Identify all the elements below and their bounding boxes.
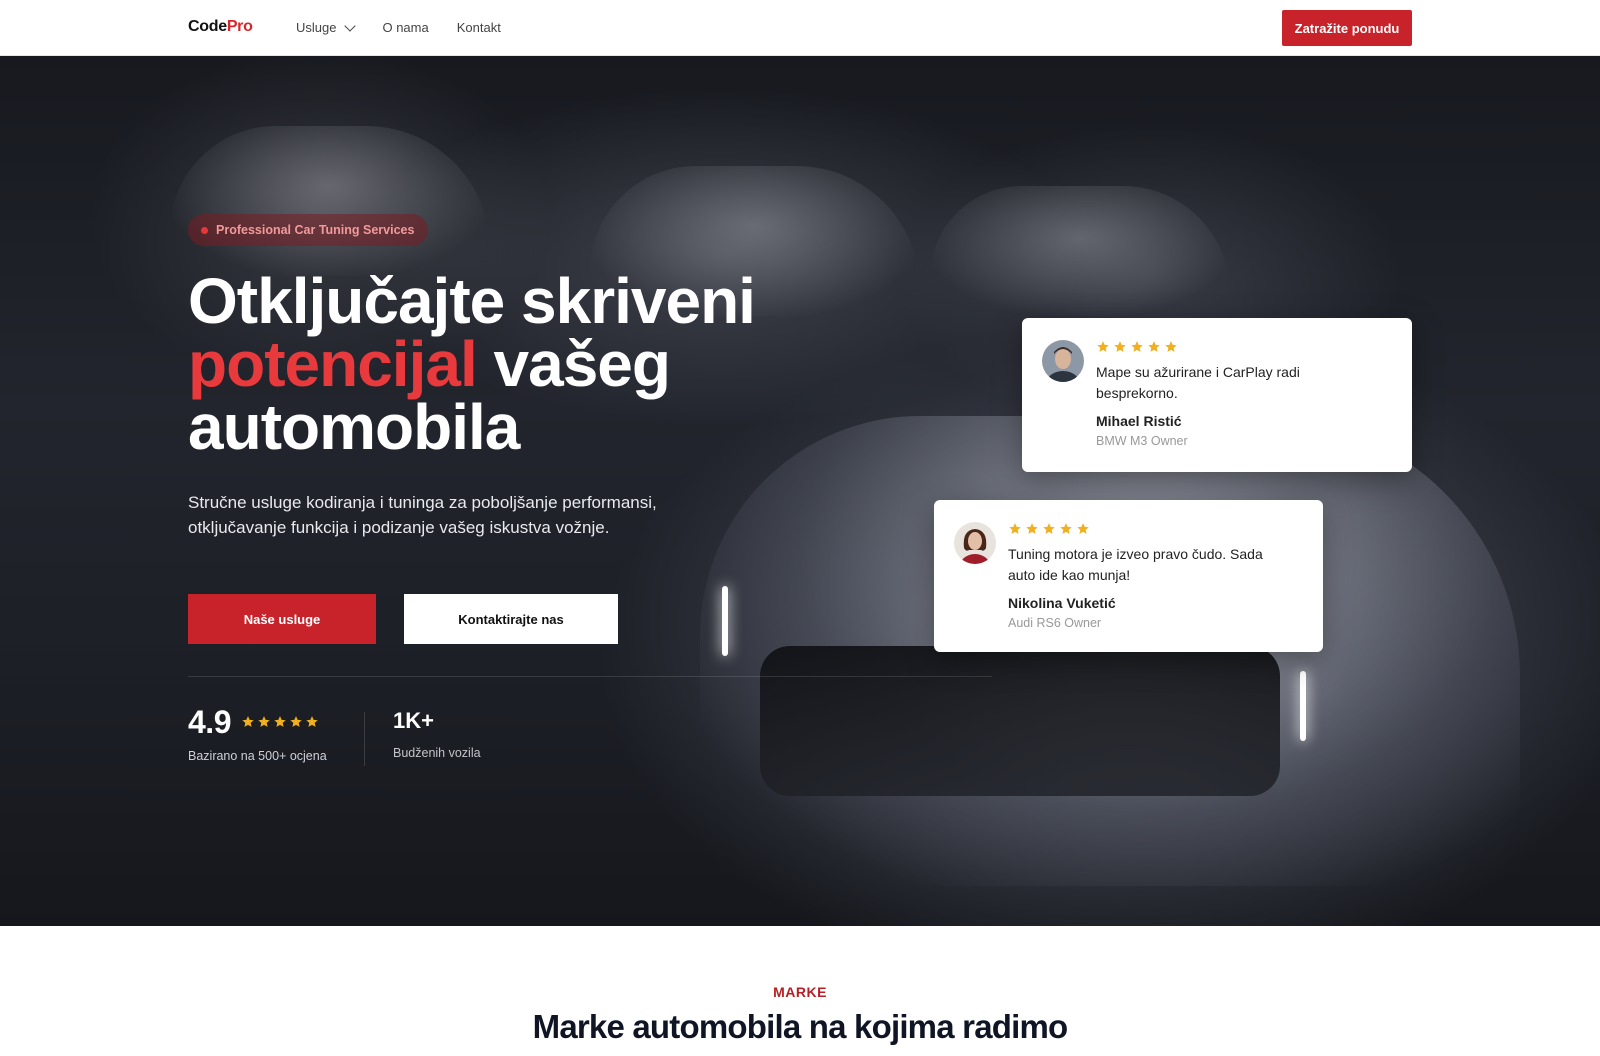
logo[interactable]: CodePro	[188, 18, 253, 36]
vehicles-stat: 1K+ Budženih vozila	[393, 708, 481, 760]
star-icon	[1042, 522, 1056, 536]
menu-item-o-nama[interactable]: O nama	[382, 20, 428, 35]
star-icon	[257, 715, 271, 729]
vehicles-count: 1K+	[393, 708, 434, 733]
top-navbar: CodePro Usluge O nama Kontakt Zatražite …	[0, 0, 1600, 56]
background-car-image	[170, 126, 490, 276]
review-stars	[1096, 340, 1178, 354]
menu-item-usluge[interactable]: Usluge	[296, 19, 357, 35]
rating-stat: 4.9 Bazirano na 500+ ocjena	[188, 704, 327, 763]
woman-avatar	[954, 522, 996, 564]
star-icon	[1059, 522, 1073, 536]
hero-title-line3: automobila	[188, 391, 520, 463]
reviewer-name: Mihael Ristić	[1096, 413, 1182, 429]
hero-title-line2: potencijal vašeg	[188, 332, 888, 396]
star-icon	[1164, 340, 1178, 354]
menu-item-label: O nama	[382, 20, 429, 35]
vehicles-label: Budženih vozila	[393, 746, 481, 760]
badge-label: Professional Car Tuning Services	[216, 223, 415, 237]
star-icon	[273, 715, 287, 729]
review-card: Mape su ažurirane i CarPlay radi besprek…	[1022, 318, 1412, 472]
hero-badge: Professional Car Tuning Services	[188, 214, 429, 246]
hero-subtitle: Stručne usluge kodiranja i tuninga za po…	[188, 493, 657, 537]
chevron-down-icon	[344, 19, 357, 32]
star-icon	[1096, 340, 1110, 354]
reviewer-name: Nikolina Vuketić	[1008, 595, 1116, 611]
review-text: Tuning motora je izveo pravo čudo. Sada …	[1008, 546, 1263, 583]
brands-section-title: Marke automobila na kojima radimo	[532, 1008, 1069, 1045]
star-icon	[1076, 522, 1090, 536]
menu-item-label: Kontakt	[456, 20, 501, 35]
rating-stars	[241, 715, 319, 729]
request-quote-button[interactable]: Zatražite ponudu	[1282, 10, 1412, 46]
star-icon	[1130, 340, 1144, 354]
review-stars	[1008, 522, 1090, 536]
car-headlight	[1300, 671, 1306, 741]
menu-item-label: Usluge	[296, 20, 337, 35]
logo-code: Code	[188, 18, 227, 35]
menu-item-kontakt[interactable]: Kontakt	[457, 20, 501, 35]
reviewer-role: Audi RS6 Owner	[1008, 616, 1102, 630]
reviewer-role: BMW M3 Owner	[1096, 434, 1188, 448]
background-car-image	[930, 186, 1230, 316]
our-services-button[interactable]: Naše usluge	[188, 594, 376, 644]
star-icon	[1025, 522, 1039, 536]
hero-divider	[188, 676, 992, 677]
review-card: Tuning motora je izveo pravo čudo. Sada …	[934, 500, 1323, 652]
hero-title-line1: Otključajte skriveni	[188, 265, 756, 337]
main-menu: Usluge O nama Kontakt	[296, 19, 501, 35]
car-grille	[760, 646, 1280, 796]
star-icon	[289, 715, 303, 729]
hero-title: Otključajte skriveni potencijal vašeg au…	[188, 265, 888, 463]
star-icon	[1113, 340, 1127, 354]
star-icon	[241, 715, 255, 729]
review-text: Mape su ažurirane i CarPlay radi besprek…	[1096, 364, 1300, 401]
hero-title-line2-rest: vašeg	[476, 328, 671, 400]
star-icon	[305, 715, 319, 729]
star-icon	[1147, 340, 1161, 354]
stat-separator	[364, 712, 365, 766]
brands-section-tag: MARKE	[773, 984, 827, 1000]
hero-title-accent: potencijal	[188, 328, 478, 400]
car-headlight	[722, 586, 728, 656]
rating-value: 4.9	[188, 704, 231, 740]
star-icon	[1008, 522, 1022, 536]
badge-dot-icon	[201, 227, 208, 234]
logo-pro: Pro	[226, 18, 253, 35]
man-avatar	[1042, 340, 1084, 382]
rating-label: Bazirano na 500+ ocjena	[188, 749, 327, 763]
contact-us-button[interactable]: Kontaktirajte nas	[404, 594, 618, 644]
